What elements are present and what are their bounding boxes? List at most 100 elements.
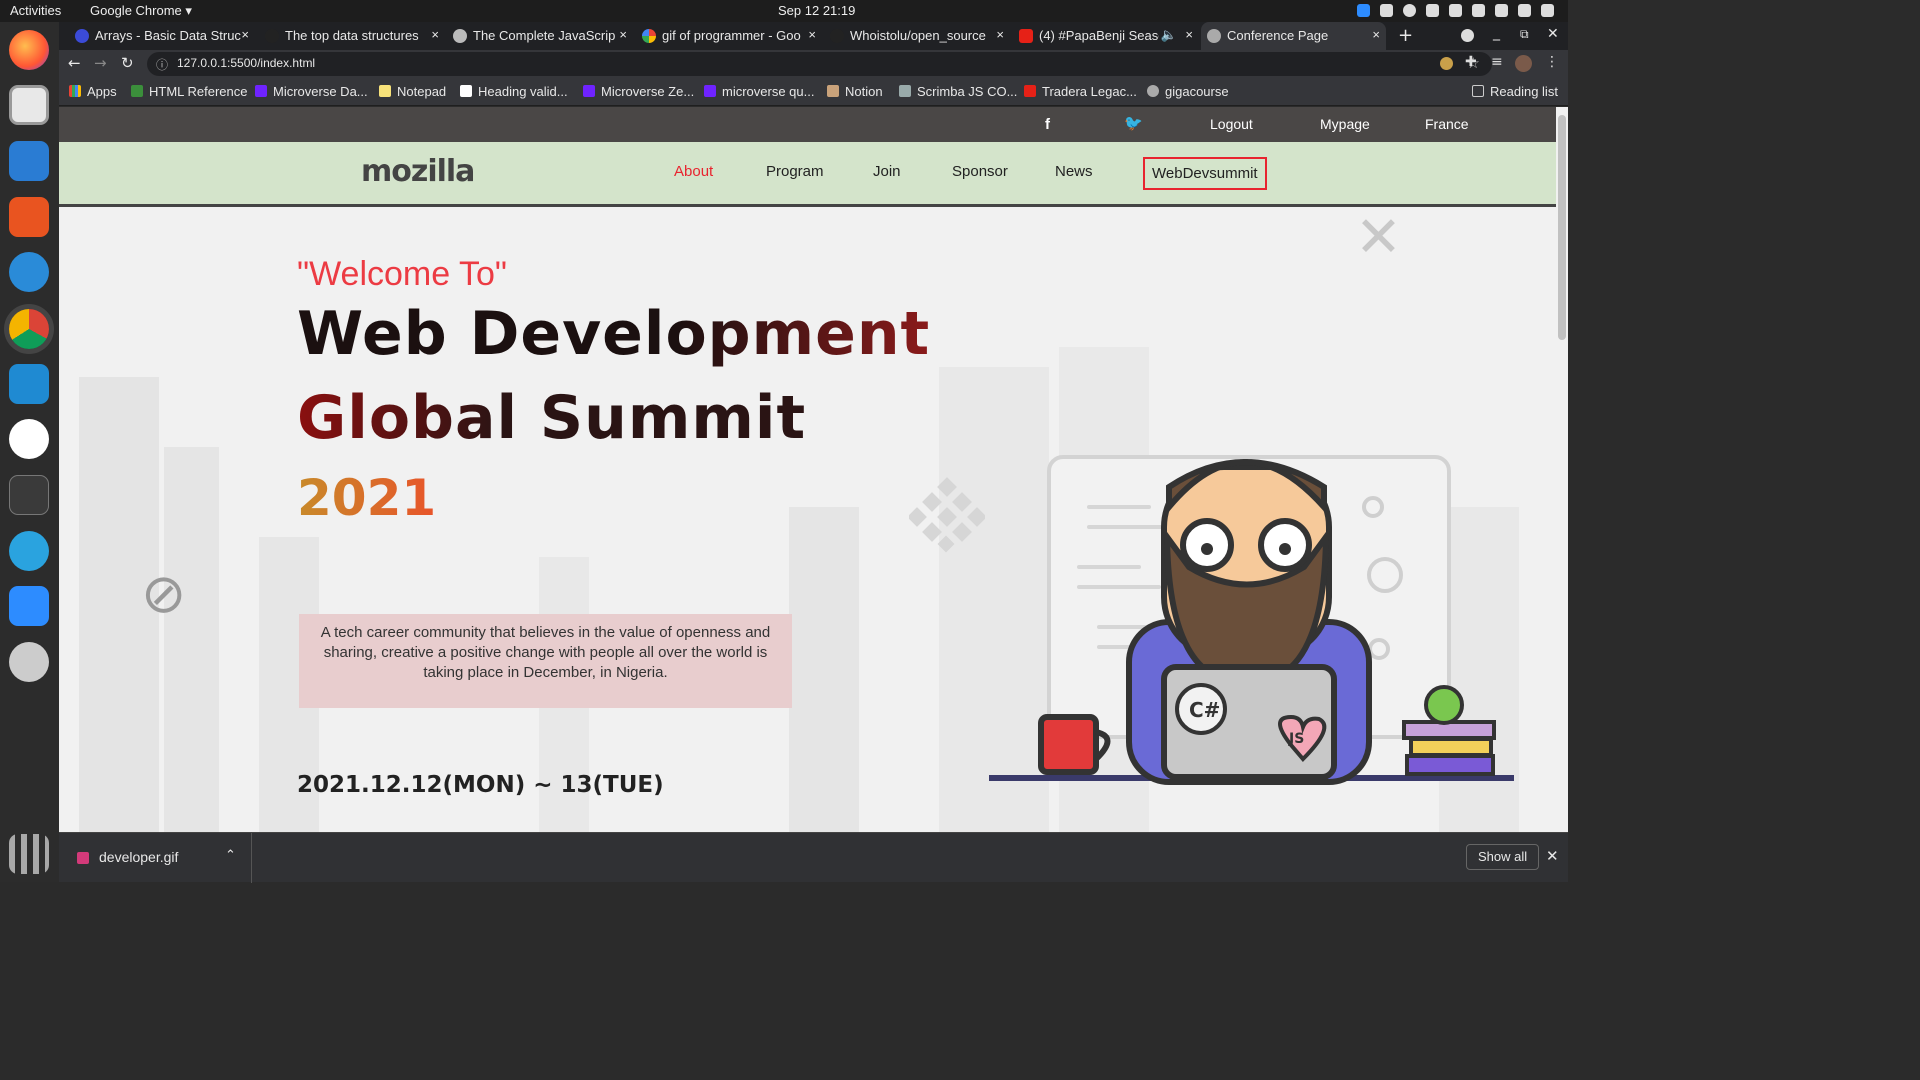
reading-list-button[interactable]: Reading list: [1472, 84, 1558, 99]
close-downloads-icon[interactable]: ✕: [1546, 847, 1559, 865]
zoom-icon[interactable]: [9, 586, 49, 626]
bookmark-heading-valid[interactable]: Heading valid...: [460, 84, 568, 99]
power-icon[interactable]: [1541, 4, 1554, 17]
profile-avatar[interactable]: [1515, 55, 1532, 72]
logout-link[interactable]: Logout: [1210, 116, 1253, 132]
help-icon[interactable]: [9, 252, 49, 292]
tab-conference-page[interactable]: Conference Page ×: [1201, 22, 1386, 50]
tab-google[interactable]: gif of programmer - Goo ×: [636, 22, 822, 50]
bookmark-label: Microverse Ze...: [601, 84, 695, 99]
nav-sponsor[interactable]: Sponsor: [952, 163, 1008, 180]
language-link[interactable]: France: [1425, 116, 1469, 132]
battery-icon[interactable]: [1518, 4, 1531, 17]
chrome-tray-icon[interactable]: [1403, 4, 1416, 17]
twitter-icon[interactable]: 🐦: [1124, 114, 1143, 132]
firefox-icon[interactable]: [9, 30, 49, 70]
chevron-up-icon[interactable]: ⌃: [225, 847, 236, 863]
vscode-icon[interactable]: [9, 364, 49, 404]
bookmark-scrimba[interactable]: Scrimba JS CO...: [899, 84, 1017, 99]
bookmark-microverse-ze[interactable]: Microverse Ze...: [583, 84, 694, 99]
close-tab-icon[interactable]: ×: [431, 27, 439, 42]
mute-tab-icon[interactable]: 🔈: [1161, 27, 1177, 43]
show-apps-icon[interactable]: [9, 834, 49, 874]
activities-button[interactable]: Activities: [10, 3, 61, 18]
bookmark-apps[interactable]: Apps: [69, 84, 117, 99]
url-text: 127.0.0.1:5500/index.html: [177, 56, 316, 70]
show-all-button[interactable]: Show all: [1466, 844, 1540, 870]
clock[interactable]: Sep 12 21:19: [778, 3, 855, 18]
bookmark-microverse-qu[interactable]: microverse qu...: [704, 84, 814, 99]
disk-icon[interactable]: [9, 642, 49, 682]
nav-webdevsummit[interactable]: WebDevsummit: [1143, 157, 1267, 190]
download-item[interactable]: developer.gif ⌃: [59, 833, 252, 883]
google-icon: [642, 29, 656, 43]
tab-title: The top data structures: [285, 28, 419, 43]
app-menu[interactable]: Google Chrome ▾: [90, 3, 192, 19]
youtube-icon: [1019, 29, 1033, 43]
nav-program[interactable]: Program: [766, 163, 824, 180]
bookmark-tradera[interactable]: Tradera Legac...: [1024, 84, 1137, 99]
bookmark-notepad[interactable]: Notepad: [379, 84, 446, 99]
chrome-menu-icon[interactable]: ⋮: [1545, 54, 1559, 70]
microverse-icon: [255, 85, 267, 97]
page-scrollbar[interactable]: [1556, 107, 1568, 832]
terminal-icon[interactable]: [9, 475, 49, 515]
tab-data-structures[interactable]: The top data structures ×: [259, 22, 445, 50]
mypage-link[interactable]: Mypage: [1320, 116, 1370, 132]
reload-icon[interactable]: ↻: [121, 54, 134, 72]
wifi-icon[interactable]: [1449, 4, 1462, 17]
tab-youtube[interactable]: (4) #PapaBenji Seaso 🔈 ×: [1013, 22, 1199, 50]
facebook-icon[interactable]: f: [1045, 116, 1050, 133]
x-decoration-icon: ✕: [1355, 205, 1402, 270]
laptop-csharp-label: C#: [1189, 698, 1220, 722]
info-icon[interactable]: ⓘ: [156, 56, 168, 73]
brightness-icon[interactable]: [1426, 4, 1439, 17]
bookmark-label: Notepad: [397, 84, 447, 99]
nav-about[interactable]: About: [674, 163, 713, 180]
scrollbar-thumb[interactable]: [1558, 115, 1566, 340]
media-control-icon[interactable]: ≡: [1491, 54, 1503, 70]
bookmark-microverse-da[interactable]: Microverse Da...: [255, 84, 368, 99]
address-bar[interactable]: ⓘ 127.0.0.1:5500/index.html ☆: [147, 52, 1492, 76]
forward-icon[interactable]: →: [94, 54, 107, 72]
nav-join[interactable]: Join: [873, 163, 901, 180]
nav-news[interactable]: News: [1055, 163, 1093, 180]
site-nav: mozilla About Program Join Sponsor News …: [59, 142, 1556, 207]
volume-icon[interactable]: [1495, 4, 1508, 17]
close-tab-icon[interactable]: ×: [1372, 27, 1380, 42]
restore-icon[interactable]: ⧉: [1520, 27, 1529, 42]
minimize-icon[interactable]: _: [1493, 25, 1500, 41]
downloads-bar: developer.gif ⌃ Show all ✕: [59, 832, 1568, 883]
slack-icon[interactable]: [9, 419, 49, 459]
chrome-icon[interactable]: [9, 309, 49, 349]
youtube-icon: [1024, 85, 1036, 97]
extensions-puzzle-icon[interactable]: ✚: [1465, 54, 1477, 70]
system-tray[interactable]: [1357, 4, 1554, 17]
zoom-tray-icon[interactable]: [1357, 4, 1370, 17]
close-tab-icon[interactable]: ×: [619, 27, 627, 42]
site-logo[interactable]: mozilla: [361, 154, 475, 189]
tab-arrays[interactable]: Arrays - Basic Data Struc ×: [69, 22, 255, 50]
libreoffice-writer-icon[interactable]: [9, 141, 49, 181]
close-tab-icon[interactable]: ×: [1185, 27, 1193, 42]
software-center-icon[interactable]: [9, 197, 49, 237]
tab-javascript[interactable]: The Complete JavaScrip ×: [447, 22, 633, 50]
new-tab-button[interactable]: +: [1398, 25, 1413, 46]
close-tab-icon[interactable]: ×: [996, 27, 1004, 42]
bluetooth-icon[interactable]: [1472, 4, 1485, 17]
extension-icon[interactable]: [1440, 57, 1453, 70]
close-tab-icon[interactable]: ×: [241, 27, 249, 42]
bookmark-notion[interactable]: Notion: [827, 84, 883, 99]
favicon-icon: [453, 29, 467, 43]
bookmark-gigacourse[interactable]: gigacourse: [1147, 84, 1229, 99]
files-icon[interactable]: [9, 85, 49, 125]
close-tab-icon[interactable]: ×: [808, 27, 816, 42]
tab-search-icon[interactable]: [1461, 29, 1474, 42]
bookmark-html-reference[interactable]: HTML Reference: [131, 84, 248, 99]
scrimba-icon: [899, 85, 911, 97]
telegram-icon[interactable]: [9, 531, 49, 571]
tab-github[interactable]: Whoistolu/open_source ×: [824, 22, 1010, 50]
close-window-icon[interactable]: ✕: [1547, 26, 1559, 42]
slack-tray-icon[interactable]: [1380, 4, 1393, 17]
back-icon[interactable]: ←: [68, 54, 81, 72]
